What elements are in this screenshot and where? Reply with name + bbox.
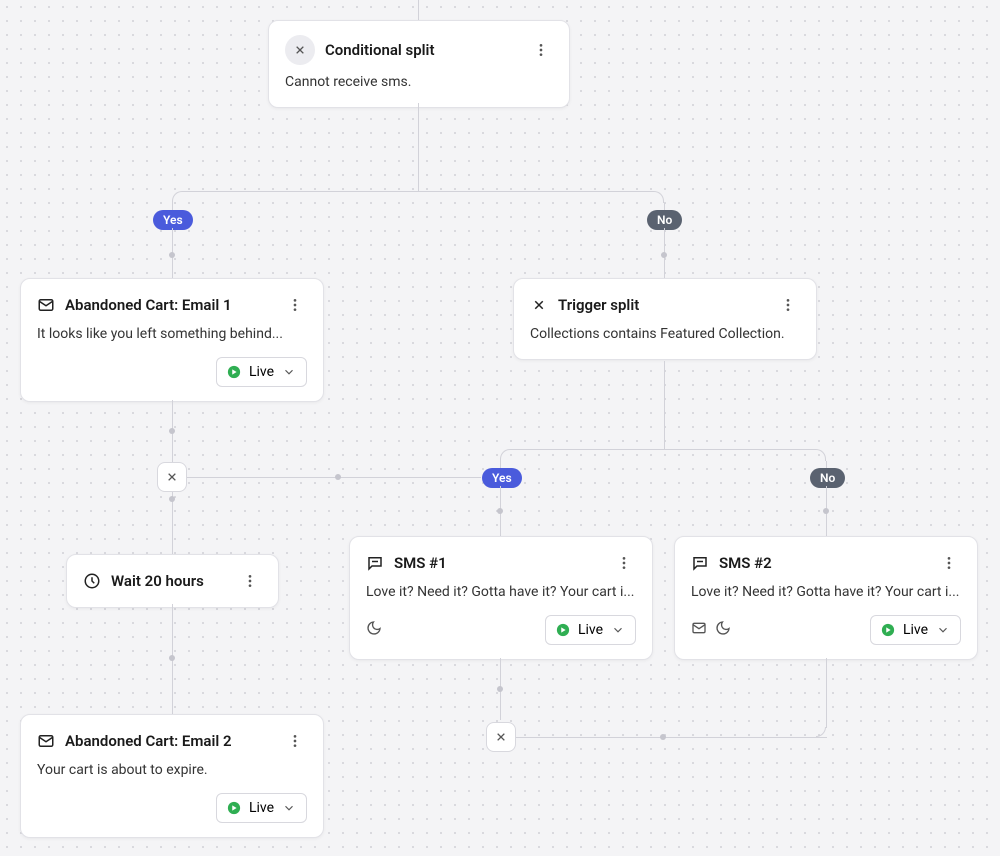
chevron-down-icon	[611, 623, 625, 637]
sms1-description: Love it? Need it? Gotta have it? Your ca…	[366, 583, 636, 603]
chevron-down-icon	[282, 365, 296, 379]
sms2-card[interactable]: SMS #2 Love it? Need it? Gotta have it? …	[674, 536, 978, 660]
email-icon	[37, 296, 55, 314]
trigger-split-title: Trigger split	[558, 296, 639, 314]
sms2-status-label: Live	[903, 622, 928, 638]
conditional-split-more-button[interactable]	[529, 38, 553, 62]
wait-card[interactable]: Wait 20 hours	[66, 554, 279, 608]
email2-more-button[interactable]	[283, 729, 307, 753]
email2-status-select[interactable]: Live	[216, 793, 307, 823]
play-icon	[227, 365, 241, 379]
split-icon	[285, 35, 315, 65]
play-icon	[881, 623, 895, 637]
email1-card[interactable]: Abandoned Cart: Email 1 It looks like yo…	[20, 278, 324, 402]
conditional-split-card[interactable]: Conditional split Cannot receive sms.	[268, 20, 570, 108]
split-icon	[530, 296, 548, 314]
email1-description: It looks like you left something behind.…	[37, 325, 307, 345]
email-icon	[37, 732, 55, 750]
quiet-hours-icon	[366, 620, 382, 640]
email2-card[interactable]: Abandoned Cart: Email 2 Your cart is abo…	[20, 714, 324, 838]
sms-icon	[691, 554, 709, 572]
wait-more-button[interactable]	[238, 569, 262, 593]
branch-yes-badge: Yes	[153, 210, 193, 230]
email2-status-label: Live	[249, 800, 274, 816]
wait-title: Wait 20 hours	[111, 572, 204, 590]
email1-title: Abandoned Cart: Email 1	[65, 296, 232, 314]
sms1-status-label: Live	[578, 622, 603, 638]
sms1-card[interactable]: SMS #1 Love it? Need it? Gotta have it? …	[349, 536, 653, 660]
sms1-status-select[interactable]: Live	[545, 615, 636, 645]
play-icon	[556, 623, 570, 637]
email1-more-button[interactable]	[283, 293, 307, 317]
email2-title: Abandoned Cart: Email 2	[65, 732, 232, 750]
email2-description: Your cart is about to expire.	[37, 761, 307, 781]
email1-status-select[interactable]: Live	[216, 357, 307, 387]
sms1-title: SMS #1	[394, 554, 447, 572]
trigger-split-description: Collections contains Featured Collection…	[530, 325, 800, 345]
trigger-branch-no-badge: No	[810, 468, 845, 488]
clock-icon	[83, 572, 101, 590]
conditional-split-description: Cannot receive sms.	[285, 73, 553, 93]
sms1-more-button[interactable]	[612, 551, 636, 575]
branch-no-badge: No	[647, 210, 682, 230]
trigger-branch-yes-badge: Yes	[482, 468, 522, 488]
sms2-description: Love it? Need it? Gotta have it? Your ca…	[691, 583, 961, 603]
email-small-icon	[691, 620, 707, 640]
junction-icon	[486, 722, 516, 752]
sms2-more-button[interactable]	[937, 551, 961, 575]
quiet-hours-icon	[715, 620, 731, 640]
trigger-split-card[interactable]: Trigger split Collections contains Featu…	[513, 278, 817, 360]
sms2-title: SMS #2	[719, 554, 772, 572]
chevron-down-icon	[282, 801, 296, 815]
chevron-down-icon	[936, 623, 950, 637]
play-icon	[227, 801, 241, 815]
sms2-status-select[interactable]: Live	[870, 615, 961, 645]
conditional-split-title: Conditional split	[325, 41, 434, 59]
junction-icon	[157, 462, 187, 492]
sms-icon	[366, 554, 384, 572]
email1-status-label: Live	[249, 364, 274, 380]
trigger-split-more-button[interactable]	[776, 293, 800, 317]
